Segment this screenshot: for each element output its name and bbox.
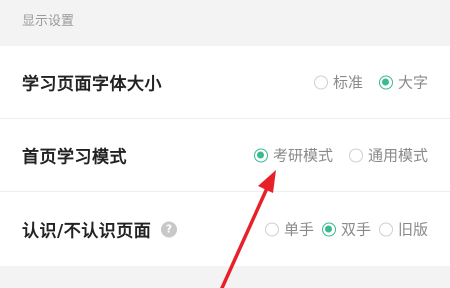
option-one-hand-label: 单手 — [283, 220, 314, 239]
row-label-font-size: 学习页面字体大小 — [22, 70, 162, 95]
option-large-label: 大字 — [397, 73, 428, 92]
settings-screen: 显示设置 学习页面字体大小 标准 大字 首页学习模式 考研模式 通用模式 认识/… — [0, 0, 450, 288]
radio-one-hand[interactable] — [264, 222, 279, 236]
option-general-mode[interactable]: 通用模式 — [348, 145, 428, 166]
option-large[interactable]: 大字 — [378, 72, 428, 93]
home-mode-label: 首页学习模式 — [22, 147, 127, 168]
section-header: 显示设置 — [0, 0, 450, 46]
option-exam-mode-label: 考研模式 — [272, 146, 333, 165]
font-size-label: 学习页面字体大小 — [22, 74, 162, 95]
help-icon[interactable]: ? — [161, 221, 178, 237]
row-label-recognize-page: 认识/不认识页面 ? — [22, 217, 178, 242]
radio-exam-mode[interactable] — [253, 148, 268, 162]
option-standard[interactable]: 标准 — [313, 72, 363, 93]
option-old-version-label: 旧版 — [397, 220, 428, 239]
radio-general-mode[interactable] — [348, 148, 363, 162]
option-two-hands-label: 双手 — [340, 220, 371, 239]
settings-row-home-mode: 首页学习模式 考研模式 通用模式 — [0, 119, 450, 192]
bottom-section-band — [0, 266, 450, 288]
recognize-page-options: 单手 双手 旧版 — [264, 219, 428, 240]
font-size-options: 标准 大字 — [313, 72, 428, 93]
row-label-home-mode: 首页学习模式 — [22, 143, 127, 168]
settings-row-recognize-page: 认识/不认识页面 ? 单手 双手 旧版 — [0, 192, 450, 266]
option-general-mode-label: 通用模式 — [367, 146, 428, 165]
option-old-version[interactable]: 旧版 — [378, 219, 428, 240]
option-exam-mode[interactable]: 考研模式 — [253, 145, 333, 166]
option-one-hand[interactable]: 单手 — [264, 219, 314, 240]
option-standard-label: 标准 — [332, 73, 363, 92]
home-mode-options: 考研模式 通用模式 — [253, 145, 428, 166]
radio-standard[interactable] — [313, 75, 328, 89]
option-two-hands[interactable]: 双手 — [321, 219, 371, 240]
radio-two-hands[interactable] — [321, 222, 336, 236]
radio-large[interactable] — [378, 75, 393, 89]
radio-old-version[interactable] — [378, 222, 393, 236]
recognize-page-label: 认识/不认识页面 — [22, 221, 152, 242]
settings-row-font-size: 学习页面字体大小 标准 大字 — [0, 46, 450, 119]
section-title: 显示设置 — [22, 14, 75, 29]
